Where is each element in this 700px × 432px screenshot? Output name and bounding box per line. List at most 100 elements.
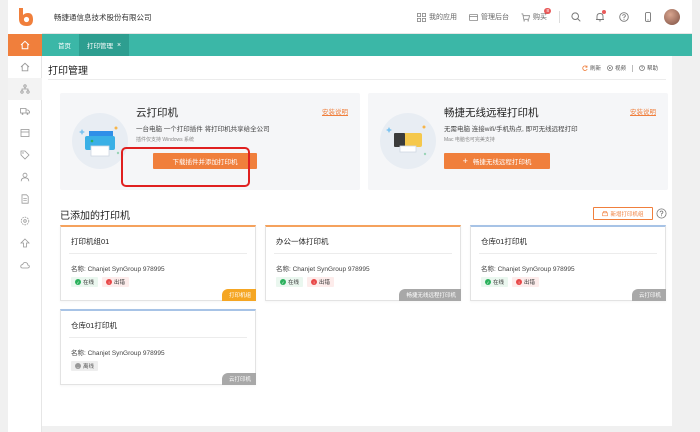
help-link[interactable]: 帮助 <box>639 64 658 72</box>
printer-type-tag: 云打印机 <box>221 373 256 385</box>
sidebar-item-upload[interactable] <box>8 232 42 254</box>
printer-status: ✓ 在线 ! 出错 <box>481 277 543 287</box>
notification-dot <box>602 10 606 14</box>
video-icon <box>607 65 613 71</box>
cloud-install-guide-link[interactable]: 安装说明 <box>322 106 348 116</box>
user-icon <box>20 172 30 182</box>
printer-card[interactable]: 办公一体打印机 名称: Chanjet SynGroup 978995 ✓ 在线 … <box>265 225 461 301</box>
printer-card[interactable]: 打印机组01 名称: Chanjet SynGroup 978995 ✓ 在线 !… <box>60 225 256 301</box>
printer-type-tag: 打印机组 <box>221 289 256 301</box>
cloud-printer-sub: 插件仅支持 Windows 系统 <box>136 137 195 143</box>
divider <box>69 253 247 254</box>
remote-printer-sub: Mac 电脑也可完美支持 <box>444 137 495 143</box>
sidebar-item-delivery[interactable] <box>8 100 42 122</box>
status-online-badge: ✓ 在线 <box>481 277 509 287</box>
avatar[interactable] <box>664 9 680 25</box>
printer-icon <box>79 126 120 157</box>
store-icon <box>20 129 30 137</box>
check-icon: ✓ <box>75 279 81 285</box>
scroll-gutter <box>672 56 692 432</box>
nav-admin[interactable]: 管理后台 <box>469 12 509 22</box>
printer-type-tag: 云打印机 <box>631 289 666 301</box>
company-name: 畅捷通信息技术股份有限公司 <box>54 13 152 22</box>
mobile-icon <box>645 12 651 22</box>
house-icon <box>20 62 30 72</box>
help-icon <box>619 12 629 22</box>
nav-buy[interactable]: 购买 8 <box>521 8 551 22</box>
cloud-printer-title: 云打印机 <box>136 107 178 119</box>
sidebar-item-cloud[interactable] <box>8 254 42 276</box>
printer-title: 办公一体打印机 <box>276 237 329 246</box>
video-label: 视频 <box>614 66 626 72</box>
sidebar-item-docs[interactable] <box>8 188 42 210</box>
app-frame: 畅捷通信息技术股份有限公司 我的应用 管理后台 购买 8 首页 打印管理 × 打… <box>0 0 700 432</box>
printer-card[interactable]: 仓库01打印机 名称: Chanjet SynGroup 978995 ✓ 在线 … <box>470 225 666 301</box>
logo-icon <box>19 8 33 26</box>
tab-home[interactable]: 首页 <box>58 34 71 56</box>
cart-badge: 8 <box>544 8 551 14</box>
printer-card[interactable]: 仓库01打印机 名称: Chanjet SynGroup 978995 – 离线 … <box>60 309 256 385</box>
nav-my-apps[interactable]: 我的应用 <box>417 12 457 22</box>
tab-bar: 首页 打印管理 × <box>42 34 692 56</box>
video-button[interactable]: 视频 <box>607 64 626 72</box>
check-icon: ✓ <box>280 279 286 285</box>
refresh-button[interactable]: 刷新 <box>582 64 601 72</box>
add-printer-group-button[interactable]: 新增打印机组 <box>593 207 653 220</box>
sidebar-item-tags[interactable] <box>8 144 42 166</box>
printer-add-icon <box>602 210 609 216</box>
notification-button[interactable] <box>592 9 608 25</box>
top-bar: 畅捷通信息技术股份有限公司 我的应用 管理后台 购买 8 <box>8 0 692 34</box>
divider <box>479 253 657 254</box>
admin-icon <box>469 13 478 21</box>
sidebar-item-shop[interactable] <box>8 56 42 78</box>
divider <box>274 253 452 254</box>
remote-printer-illustration <box>380 113 436 169</box>
wireless-printer-icon <box>386 125 427 156</box>
alert-icon: ! <box>516 279 523 285</box>
cloud-printer-illustration <box>72 113 128 169</box>
printer-status: – 离线 <box>71 361 102 371</box>
sidebar-item-home[interactable] <box>8 34 42 56</box>
phone-button[interactable] <box>640 9 656 25</box>
app-logo[interactable] <box>8 0 42 34</box>
truck-icon <box>20 108 30 115</box>
printer-title: 打印机组01 <box>71 237 110 246</box>
tab-close-icon[interactable]: × <box>117 42 121 49</box>
tab-print-management[interactable]: 打印管理 × <box>79 34 130 56</box>
sidebar-item-org[interactable] <box>8 78 42 100</box>
section-help-icon[interactable] <box>656 208 667 219</box>
status-error-label: 出错 <box>524 280 536 286</box>
status-online-badge: ✓ 在线 <box>276 277 304 287</box>
main-panel: 打印管理 刷新 视频 帮助 云打印机 一台电脑 一个打印插件 将打印机共享给全公… <box>42 56 672 426</box>
status-online-label: 在线 <box>288 280 300 286</box>
nav-admin-label: 管理后台 <box>481 14 509 21</box>
divider <box>48 79 666 80</box>
alert-icon: ! <box>106 279 113 285</box>
search-button[interactable] <box>568 9 584 25</box>
status-error-label: 出错 <box>114 280 126 286</box>
remote-printer-desc: 无需电脑 连接wifi/手机热点, 即可无线远程打印 <box>444 126 578 133</box>
settings-icon <box>20 216 30 226</box>
help-button[interactable] <box>616 9 632 25</box>
printer-name: 名称: Chanjet SynGroup 978995 <box>276 266 370 273</box>
alert-icon: ! <box>311 279 318 285</box>
cloud-printer-desc: 一台电脑 一个打印插件 将打印机共享给全公司 <box>136 126 270 133</box>
sidebar-item-settings[interactable] <box>8 210 42 232</box>
status-error-badge: ! 出错 <box>102 277 130 287</box>
printer-status: ✓ 在线 ! 出错 <box>276 277 338 287</box>
add-remote-printer-button[interactable]: + 畅捷无线远程打印机 <box>444 153 550 169</box>
sidebar-item-users[interactable] <box>8 166 42 188</box>
divider <box>631 64 633 72</box>
remote-printer-card: 畅捷无线远程打印机 无需电脑 连接wifi/手机热点, 即可无线远程打印 Mac… <box>368 93 668 190</box>
question-icon <box>639 65 645 71</box>
nav-my-apps-label: 我的应用 <box>429 14 457 21</box>
plus-icon: + <box>462 156 468 166</box>
section-title: 已添加的打印机 <box>60 211 130 222</box>
remote-install-guide-link[interactable]: 安装说明 <box>630 106 656 116</box>
sidebar-item-store[interactable] <box>8 122 42 144</box>
apps-icon <box>417 12 426 22</box>
check-icon: ✓ <box>485 279 491 285</box>
top-nav: 我的应用 管理后台 购买 8 <box>417 0 692 34</box>
tag-icon <box>20 150 30 160</box>
upload-icon <box>20 238 30 248</box>
